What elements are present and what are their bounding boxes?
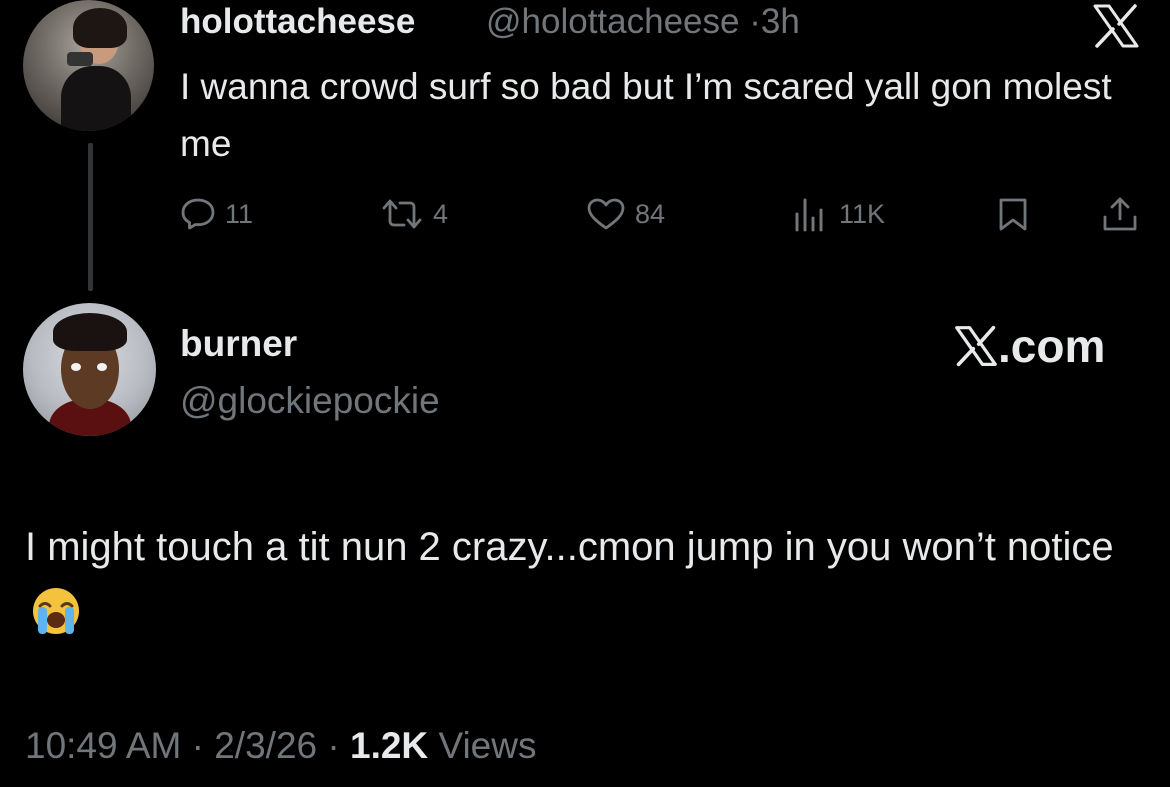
x-com-text: .com: [998, 320, 1106, 372]
views-total: 1.2K: [350, 725, 429, 766]
separator-dot: ·: [327, 725, 340, 766]
x-logo-icon[interactable]: [1092, 4, 1140, 48]
tweet-meta-footer: 10:49 AM · 2/3/26 · 1.2K Views: [25, 721, 536, 771]
reply-icon: [181, 198, 215, 230]
x-com-watermark: .com: [954, 320, 1105, 372]
loudly-crying-face-icon: [31, 586, 81, 657]
author-display-name[interactable]: holottacheese: [180, 2, 415, 42]
reply-text: I might touch a tit nun 2 crazy...cmon j…: [25, 525, 1114, 569]
views-label: Views: [438, 725, 537, 766]
reply-button[interactable]: 11: [180, 194, 253, 234]
bookmark-button[interactable]: [996, 194, 1030, 234]
like-icon: [587, 198, 625, 230]
share-button[interactable]: [1100, 194, 1140, 234]
repost-count: 4: [433, 199, 449, 229]
repost-button[interactable]: 4: [380, 194, 448, 234]
separator-dot: ·: [191, 725, 204, 766]
reply-count: 11: [225, 199, 254, 229]
tweet-time[interactable]: 10:49 AM: [25, 725, 181, 766]
like-count: 84: [635, 199, 666, 229]
tweet-date[interactable]: 2/3/26: [214, 725, 317, 766]
x-logo-icon: [955, 325, 997, 367]
reply-text-block: I might touch a tit nun 2 crazy...cmon j…: [25, 513, 1145, 657]
tweet-time-ago[interactable]: 3h: [761, 2, 800, 41]
like-button[interactable]: 84: [586, 194, 665, 234]
views-count: 11K: [839, 199, 886, 229]
views-icon: [795, 198, 823, 232]
views-button[interactable]: 11K: [790, 194, 885, 234]
tweet-text: I wanna crowd surf so bad but I’m scared…: [180, 66, 1112, 164]
avatar-holottacheese[interactable]: [23, 0, 154, 131]
reply-author-display-name[interactable]: burner: [180, 322, 297, 366]
author-handle[interactable]: @holottacheese: [486, 2, 739, 41]
bookmark-icon: [999, 198, 1027, 231]
share-icon: [1103, 197, 1137, 231]
reply-author-handle[interactable]: @glockiepockie: [180, 379, 440, 423]
separator-dot: ·: [739, 2, 761, 41]
avatar-burner[interactable]: [23, 303, 156, 436]
repost-icon: [382, 199, 422, 229]
author-handle-time[interactable]: @holottacheese ·3h: [486, 2, 800, 42]
thread-connector-line: [88, 143, 93, 291]
